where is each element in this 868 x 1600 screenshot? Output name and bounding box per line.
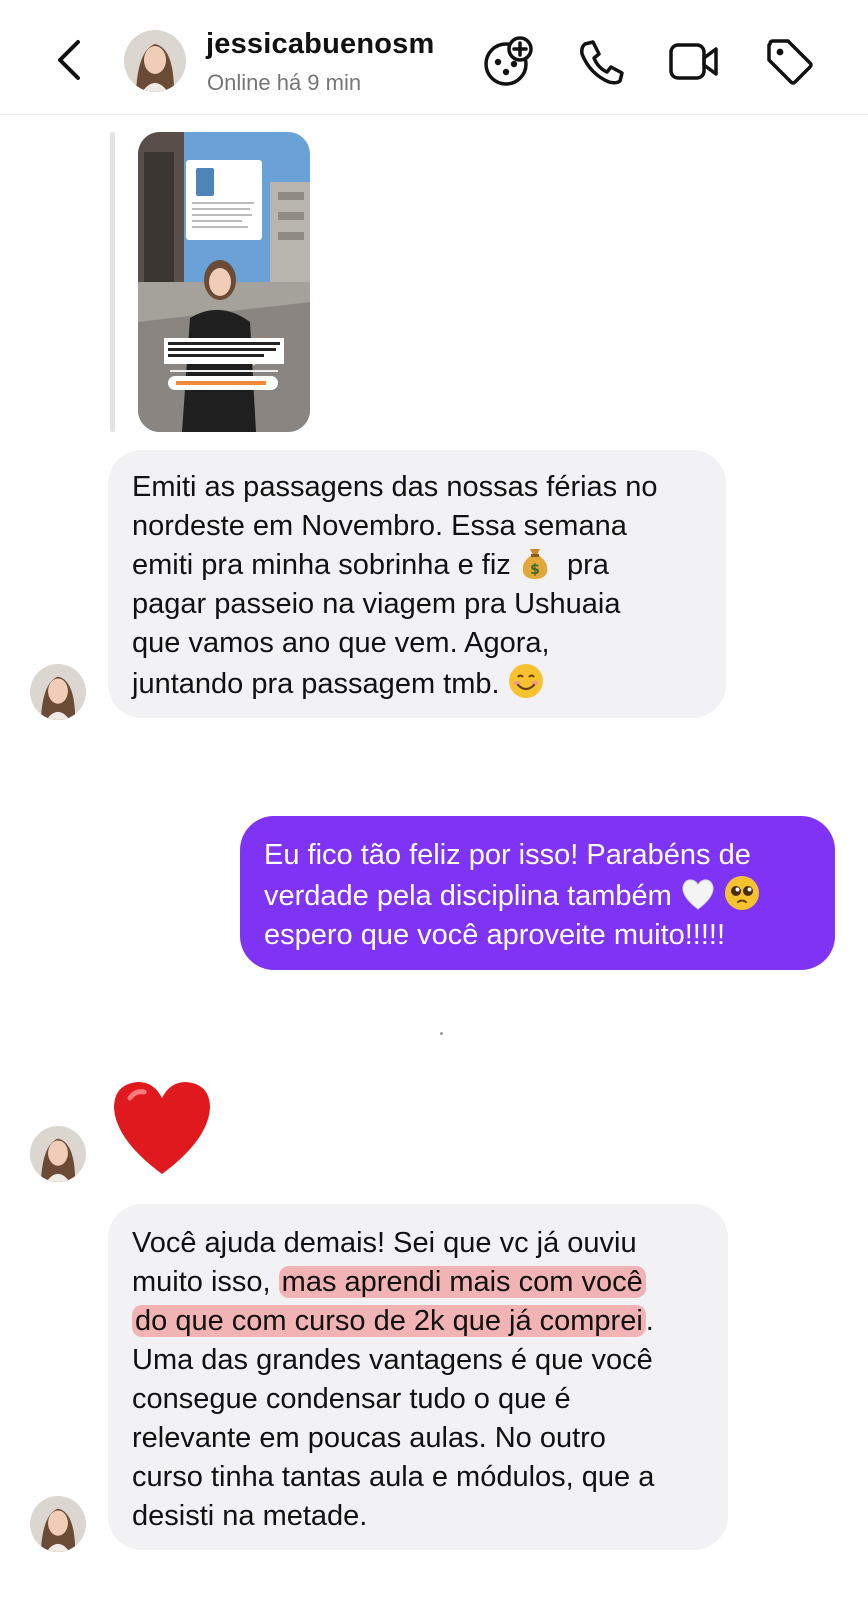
avatar-photo [30, 1126, 86, 1182]
message-line: nordeste em Novembro. Essa semana [132, 510, 627, 542]
message-line: desisti na metade. [132, 1500, 368, 1532]
red-heart-icon [114, 1082, 210, 1174]
tag-button[interactable] [764, 36, 816, 88]
avatar-photo [30, 1496, 86, 1552]
message-line: que vamos ano que vem. Agora, [132, 627, 550, 659]
message-line: espero que você aproveite muito!!!!! [264, 919, 726, 951]
message-line: juntando pra passagem tmb. [132, 663, 706, 704]
message-bubble-received[interactable]: Emiti as passagens das nossas férias no … [108, 450, 726, 718]
message-line: emiti pra minha sobrinha e fiz $ pra [132, 546, 706, 585]
online-status: Online há 9 min [207, 70, 362, 95]
highlighted-text: mas aprendi mais com você [278, 1266, 646, 1298]
back-button[interactable] [48, 34, 96, 86]
video-icon [669, 43, 718, 80]
reply-quote-bar [110, 132, 115, 432]
story-thumbnail[interactable] [138, 132, 310, 432]
highlighted-text: do que com curso de 2k que já comprei [132, 1305, 646, 1337]
avatar-photo [124, 30, 186, 92]
white-heart-icon [682, 879, 714, 910]
message-bubble-received[interactable]: Você ajuda demais! Sei que vc já ouviu m… [108, 1204, 728, 1550]
message-line: Você ajuda demais! Sei que vc já ouviu [132, 1227, 637, 1259]
effects-icon [484, 36, 533, 86]
story-image [138, 132, 310, 432]
svg-text:$: $ [530, 562, 540, 578]
avatar-photo [30, 664, 86, 720]
message-line: relevante em poucas aulas. No outro [132, 1422, 606, 1454]
sender-avatar[interactable] [30, 1126, 86, 1182]
sender-avatar[interactable] [30, 664, 86, 720]
message-line: consegue condensar tudo o que é [132, 1383, 571, 1415]
contact-avatar[interactable] [124, 30, 186, 92]
voice-call-button[interactable] [576, 36, 628, 88]
smiling-face-icon [508, 664, 543, 698]
phone-icon [580, 40, 624, 85]
message-line: verdade pela disciplina também [264, 875, 815, 916]
typing-dot [440, 1032, 443, 1035]
sender-avatar[interactable] [30, 1496, 86, 1552]
effects-button[interactable] [482, 36, 534, 88]
video-call-button[interactable] [668, 36, 720, 88]
message-line: Uma das grandes vantagens é que você [132, 1344, 653, 1376]
message-line: Eu fico tão feliz por isso! Parabéns de [264, 839, 751, 871]
message-line: muito isso, mas aprendi mais com você [132, 1263, 708, 1302]
tag-icon [767, 39, 813, 85]
money-bag-icon: $ [522, 549, 548, 579]
message-line: curso tinha tantas aula e módulos, que a [132, 1461, 655, 1493]
back-icon [58, 40, 80, 80]
message-line: Emiti as passagens das nossas férias no [132, 471, 658, 503]
chat-header: jessicabuenosm Online há 9 min [0, 0, 868, 115]
message-line: pagar passeio na viagem pra Ushuaia [132, 588, 621, 620]
pleading-face-icon [724, 876, 759, 910]
message-line: do que com curso de 2k que já comprei. [132, 1302, 708, 1341]
message-bubble-sent[interactable]: Eu fico tão feliz por isso! Parabéns de … [240, 816, 835, 970]
heart-message[interactable] [110, 1078, 214, 1178]
contact-username[interactable]: jessicabuenosm [206, 28, 434, 61]
